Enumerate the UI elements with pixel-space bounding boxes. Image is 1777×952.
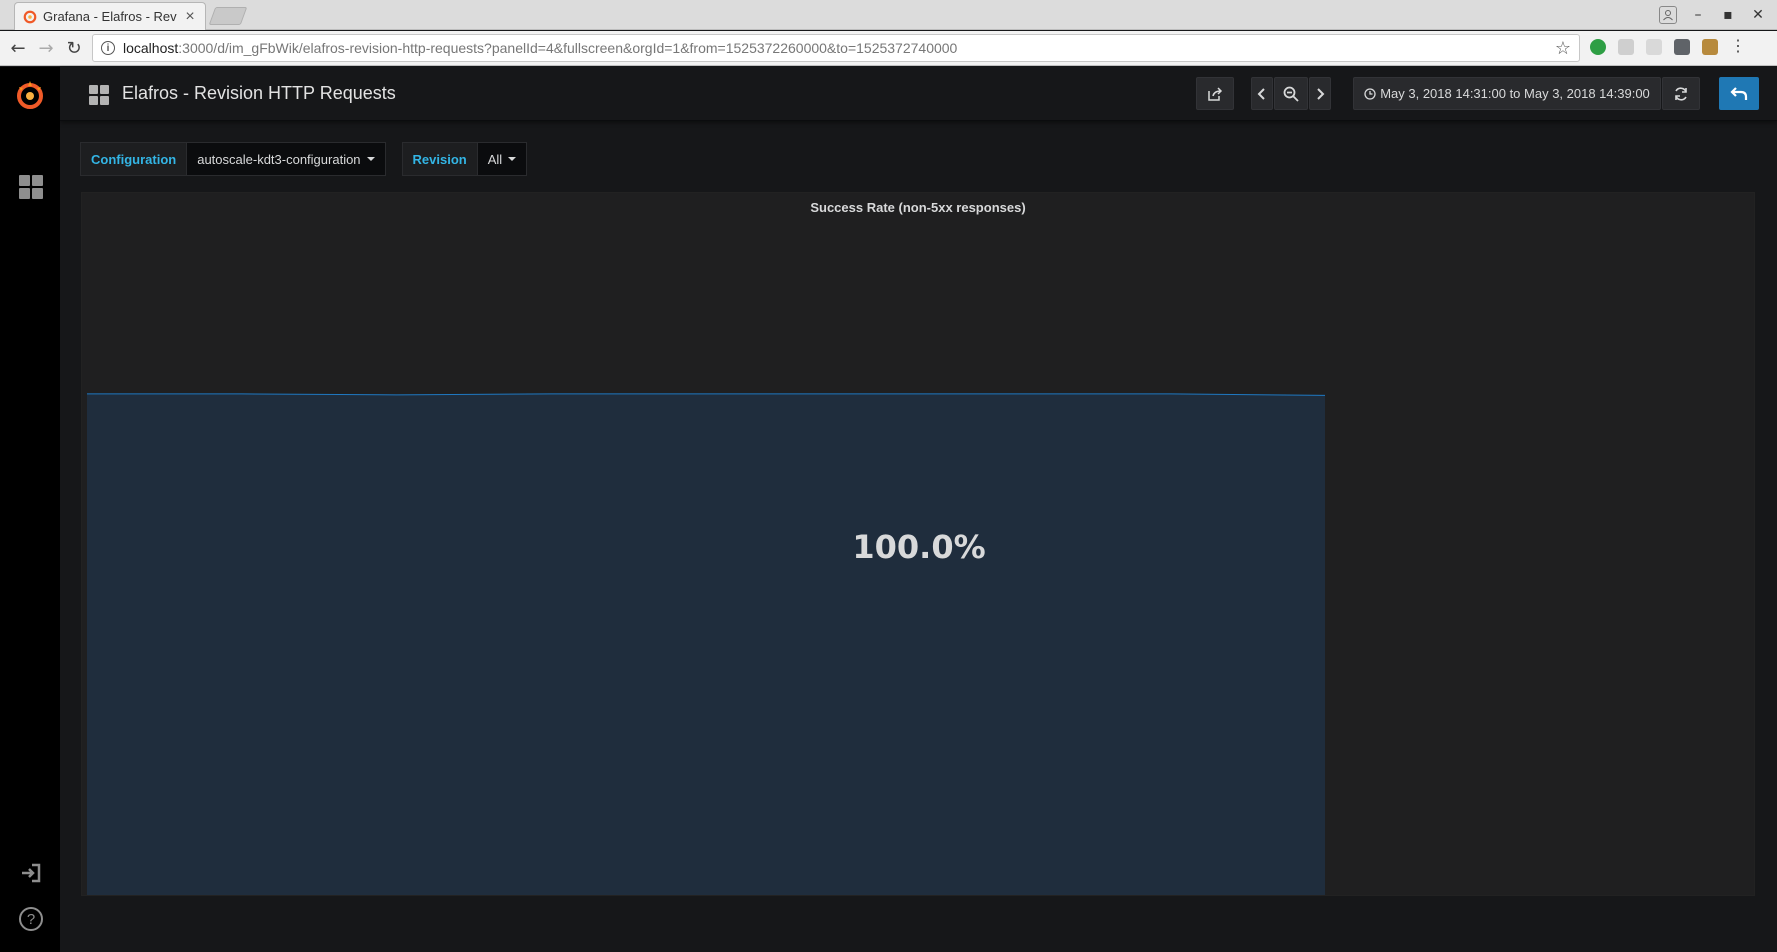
close-window-icon[interactable]: ✕: [1747, 4, 1769, 26]
browser-toolbar: ← → ↻ i localhost:3000/d/im_gFbWik/elafr…: [0, 31, 1777, 66]
sign-in-icon[interactable]: [19, 861, 43, 885]
back-arrow-icon[interactable]: ←: [6, 36, 30, 60]
time-forward-button[interactable]: [1309, 77, 1331, 110]
time-picker-button[interactable]: May 3, 2018 14:31:00 to May 3, 2018 14:3…: [1353, 77, 1661, 110]
time-range-label: May 3, 2018 14:31:00 to May 3, 2018 14:3…: [1380, 86, 1650, 101]
address-bar[interactable]: i localhost:3000/d/im_gFbWik/elafros-rev…: [92, 34, 1580, 62]
share-icon: [1208, 86, 1223, 101]
dashboard-navbar: Elafros - Revision HTTP Requests May 3, …: [60, 67, 1777, 121]
dashboard-title[interactable]: Elafros - Revision HTTP Requests: [122, 83, 396, 104]
revision-variable-value: All: [487, 151, 503, 167]
refresh-button[interactable]: [1662, 77, 1700, 110]
browser-menu-icon[interactable]: ⋮: [1730, 39, 1746, 55]
zoom-out-button[interactable]: [1274, 77, 1308, 110]
maximize-icon[interactable]: ▪: [1717, 4, 1739, 26]
bookmark-star-icon[interactable]: ☆: [1555, 38, 1571, 59]
extension-grey-icon[interactable]: [1618, 39, 1634, 55]
caret-down-icon: [508, 157, 517, 161]
configuration-variable-label: Configuration: [80, 142, 188, 176]
stat-value: 100.0%: [852, 528, 986, 566]
forward-arrow-icon[interactable]: →: [34, 36, 58, 60]
window-controls: – ▪ ✕: [1657, 4, 1769, 26]
tab-title: Grafana - Elafros - Rev: [43, 9, 177, 24]
browser-tabbar: Grafana - Elafros - Rev × – ▪ ✕: [0, 0, 1777, 30]
info-icon[interactable]: i: [101, 41, 115, 55]
minimize-icon[interactable]: –: [1687, 4, 1709, 26]
extension-mouse-icon[interactable]: [1646, 39, 1662, 55]
grafana-app: ? Elafros - Revision HTTP Requests May 3…: [0, 67, 1777, 952]
dashboard-grid-icon[interactable]: [89, 85, 109, 105]
template-variables: Configuration autoscale-kdt3-configurati…: [80, 142, 528, 176]
url-text[interactable]: localhost:3000/d/im_gFbWik/elafros-revis…: [123, 40, 1555, 56]
singlestat-panel[interactable]: Success Rate (non-5xx responses) 100.0%: [81, 192, 1755, 896]
refresh-icon: [1675, 86, 1687, 101]
variable-spacer: [386, 142, 402, 176]
grafana-favicon-icon: [23, 10, 37, 23]
extension-film-icon[interactable]: [1702, 39, 1718, 55]
caret-down-icon: [366, 157, 375, 161]
sparkline-area: [87, 393, 1325, 895]
extension-c-icon[interactable]: [1674, 39, 1690, 55]
reload-icon[interactable]: ↻: [62, 36, 86, 60]
profile-icon[interactable]: [1657, 4, 1679, 26]
dashboards-icon[interactable]: [18, 174, 44, 200]
clock-icon: [1364, 87, 1376, 100]
time-back-button[interactable]: [1251, 77, 1273, 110]
zoom-out-icon: [1283, 86, 1299, 102]
new-tab-button[interactable]: [208, 7, 248, 25]
browser-tab[interactable]: Grafana - Elafros - Rev ×: [14, 2, 206, 30]
configuration-variable-value: autoscale-kdt3-configuration: [197, 151, 361, 167]
chevron-right-icon: [1317, 87, 1325, 100]
extension-icons: ⋮: [1590, 39, 1746, 55]
help-icon[interactable]: ?: [19, 907, 43, 931]
side-menu: ?: [0, 67, 60, 952]
back-to-dashboard-button[interactable]: [1719, 77, 1759, 110]
share-button[interactable]: [1196, 77, 1234, 110]
tab-close-icon[interactable]: ×: [183, 8, 197, 24]
revision-variable-label: Revision: [401, 142, 478, 176]
extension-green-icon[interactable]: [1590, 39, 1606, 55]
grafana-logo-icon[interactable]: [12, 77, 48, 113]
revision-variable-dropdown[interactable]: All: [477, 142, 528, 176]
chevron-left-icon: [1257, 87, 1265, 100]
configuration-variable-dropdown[interactable]: autoscale-kdt3-configuration: [187, 142, 386, 176]
undo-arrow-icon: [1730, 86, 1748, 100]
